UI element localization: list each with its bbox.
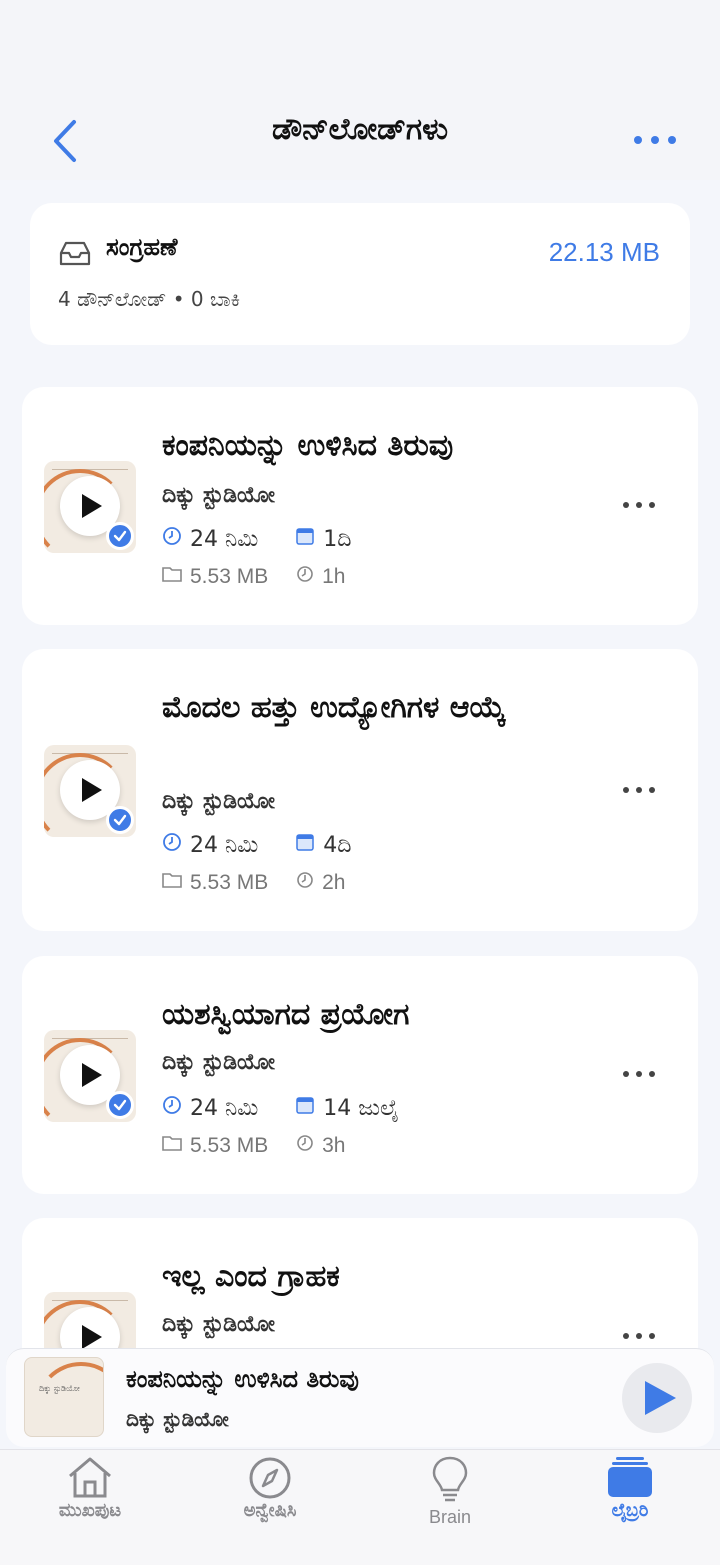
item-author: ದಿಕ್ಕು ಸ್ಟುಡಿಯೋ (162, 1050, 276, 1075)
play-icon (82, 778, 102, 802)
storage-title: ಸಂಗ್ರಹಣೆ (106, 233, 178, 261)
mini-player-thumbnail: ದಿಕ್ಕು ಸ್ಟುಡಿಯೋ (24, 1357, 104, 1437)
item-title: ಯಶಸ್ವಿಯಾಗದ ಪ್ರಯೋಗ (162, 997, 410, 1032)
storage-size: 22.13 MB (548, 237, 660, 267)
item-meta-row: 24 ನಿಮಿ 4ದಿ (162, 832, 351, 858)
clock-icon (162, 1095, 182, 1121)
tab-explore[interactable]: ಅನ್ವೇಷಿಸಿ (180, 1450, 360, 1565)
downloaded-check-icon (106, 806, 134, 834)
item-more-icon[interactable] (622, 786, 656, 794)
clock-icon (296, 1134, 314, 1158)
downloaded-check-icon (106, 522, 134, 550)
item-downloaded-ago: 2h (322, 871, 346, 895)
download-item[interactable]: ಕಂಪನಿಯನ್ನು ಉಳಿಸಿದ ತಿರುವು ದಿಕ್ಕು ಸ್ಟುಡಿಯೋ… (22, 387, 698, 625)
item-file-size: 5.53 MB (190, 871, 269, 895)
mini-player[interactable]: ದಿಕ್ಕು ಸ್ಟುಡಿಯೋ ಕಂಪನಿಯನ್ನು ಉಳಿಸಿದ ತಿರುವು… (6, 1348, 714, 1447)
mini-player-title: ಕಂಪನಿಯನ್ನು ಉಳಿಸಿದ ತಿರುವು (126, 1365, 359, 1393)
item-meta-row-2: 5.53 MB 1h (162, 565, 345, 589)
clock-icon (162, 526, 182, 552)
page-title: ಡೌನ್‌ಲೋಡ್‌ಗಳು (272, 112, 448, 147)
clock-icon (296, 871, 314, 895)
item-title: ಮೊದಲ ಹತ್ತು ಉದ್ಯೋಗಿಗಳ ಆಯ್ಕೆ (162, 690, 506, 725)
item-duration: 24 ನಿಮಿ (190, 832, 259, 858)
item-date: 4ದಿ (323, 832, 352, 858)
item-duration: 24 ನಿಮಿ (190, 526, 259, 552)
play-icon (82, 494, 102, 518)
inbox-icon (59, 241, 91, 266)
mini-player-author: ದಿಕ್ಕು ಸ್ಟುಡಿಯೋ (126, 1407, 229, 1431)
tab-label: ಅನ್ವೇಷಿಸಿ (243, 1500, 297, 1521)
item-meta-row: 24 ನಿಮಿ 14 ಜುಲೈ (162, 1095, 399, 1121)
item-more-icon[interactable] (622, 1332, 656, 1340)
play-icon (82, 1325, 102, 1349)
item-duration: 24 ನಿಮಿ (190, 1095, 259, 1121)
folder-icon (162, 565, 182, 589)
download-item[interactable]: ಮೊದಲ ಹತ್ತು ಉದ್ಯೋಗಿಗಳ ಆಯ್ಕೆ ದಿಕ್ಕು ಸ್ಟುಡಿ… (22, 649, 698, 931)
item-more-icon[interactable] (622, 1070, 656, 1078)
item-title: ಕಂಪನಿಯನ್ನು ಉಳಿಸಿದ ತಿರುವು (162, 428, 454, 463)
tab-label: ಮುಖಪುಟ (58, 1500, 122, 1521)
calendar-icon (295, 1095, 315, 1121)
mini-thumb-caption: ದಿಕ್ಕು ಸ್ಟುಡಿಯೋ (39, 1384, 80, 1393)
item-file-size: 5.53 MB (190, 565, 269, 589)
item-author: ದಿಕ್ಕು ಸ್ಟುಡಿಯೋ (162, 1312, 276, 1337)
tab-label: ಲೈಬ್ರರಿ (611, 1500, 649, 1521)
tab-brain[interactable]: Brain (360, 1450, 540, 1565)
item-meta-row: 24 ನಿಮಿ 1ದಿ (162, 526, 351, 552)
calendar-icon (295, 526, 315, 552)
lightbulb-icon (432, 1456, 468, 1502)
item-date: 1ದಿ (323, 526, 352, 552)
download-item[interactable]: ಯಶಸ್ವಿಯಾಗದ ಪ್ರಯೋಗ ದಿಕ್ಕು ಸ್ಟುಡಿಯೋ 24 ನಿಮ… (22, 956, 698, 1194)
storage-subtitle: 4 ಡೌನ್‌ಲೋಡ್ • 0 ಬಾಕಿ (58, 287, 241, 311)
clock-icon (296, 565, 314, 589)
item-meta-row-2: 5.53 MB 3h (162, 1134, 345, 1158)
folder-icon (162, 1134, 182, 1158)
folder-icon (162, 871, 182, 895)
item-file-size: 5.53 MB (190, 1134, 269, 1158)
item-title: ಇಲ್ಲ ಎಂದ ಗ್ರಾಹಕ (162, 1259, 340, 1294)
item-downloaded-ago: 1h (322, 565, 346, 589)
mini-player-play-button[interactable] (622, 1363, 692, 1433)
play-icon (82, 1063, 102, 1087)
library-icon (608, 1457, 652, 1497)
item-author: ದಿಕ್ಕು ಸ್ಟುಡಿಯೋ (162, 483, 276, 508)
play-icon (645, 1381, 676, 1415)
downloaded-check-icon (106, 1091, 134, 1119)
tab-label: Brain (428, 1507, 472, 1527)
item-date: 14 ಜುಲೈ (323, 1095, 399, 1121)
tab-home[interactable]: ಮುಖಪುಟ (0, 1450, 180, 1565)
tab-library[interactable]: ಲೈಬ್ರರಿ (540, 1450, 720, 1565)
item-meta-row-2: 5.53 MB 2h (162, 871, 345, 895)
storage-summary-card: ಸಂಗ್ರಹಣೆ 4 ಡೌನ್‌ಲೋಡ್ • 0 ಬಾಕಿ 22.13 MB (30, 203, 690, 345)
compass-icon (249, 1457, 291, 1499)
calendar-icon (295, 832, 315, 858)
item-downloaded-ago: 3h (322, 1134, 346, 1158)
item-author: ದಿಕ್ಕು ಸ್ಟುಡಿಯೋ (162, 789, 276, 814)
clock-icon (162, 832, 182, 858)
item-more-icon[interactable] (622, 501, 656, 509)
home-icon (69, 1457, 111, 1498)
more-options-icon[interactable] (630, 128, 680, 152)
tab-bar: ಮುಖಪುಟ ಅನ್ವೇಷಿಸಿ Brain ಲೈಬ್ರರಿ (0, 1449, 720, 1565)
header: ಡೌನ್‌ಲೋಡ್‌ಗಳು (0, 0, 720, 180)
